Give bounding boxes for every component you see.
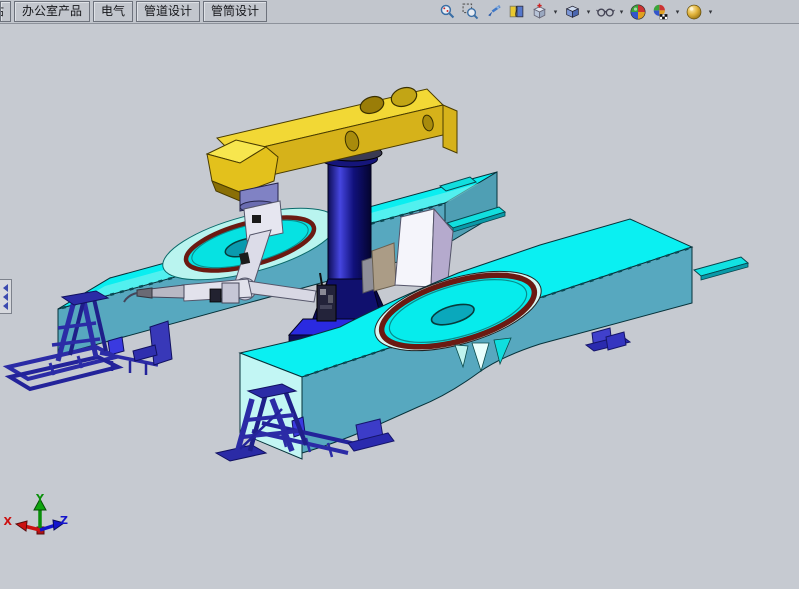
- robot-wrist: [222, 283, 239, 303]
- apply-scene-dropdown[interactable]: ▾: [674, 8, 681, 16]
- view-settings-icon[interactable]: [684, 2, 704, 22]
- expand-left-icon: [3, 293, 8, 301]
- zoom-to-area-icon[interactable]: [460, 2, 480, 22]
- panel-expander[interactable]: [0, 279, 12, 314]
- triad-x-label: X: [4, 515, 13, 528]
- triad-y-label: Y: [35, 492, 45, 505]
- tab-piping-design[interactable]: 管道设计: [136, 1, 200, 22]
- view-orientation-icon[interactable]: [529, 2, 549, 22]
- previous-view-icon[interactable]: [483, 2, 503, 22]
- tab-office-products[interactable]: 办公室产品: [14, 1, 90, 22]
- viewport-3d[interactable]: X Y Z: [0, 24, 799, 589]
- front-beam-right-support[interactable]: [586, 328, 630, 351]
- graphics-area[interactable]: X Y Z: [0, 24, 799, 589]
- zoom-to-fit-icon[interactable]: [437, 2, 457, 22]
- command-manager-toolbar: 估 办公室产品 电气 管道设计 管筒设计 ▾: [0, 0, 799, 24]
- solidworks-window: 估 办公室产品 电气 管道设计 管筒设计 ▾: [0, 0, 799, 589]
- view-settings-dropdown[interactable]: ▾: [707, 8, 714, 16]
- tab-electrical[interactable]: 电气: [93, 1, 133, 22]
- command-tabs: 估 办公室产品 电气 管道设计 管筒设计: [0, 0, 267, 23]
- view-orientation-dropdown[interactable]: ▾: [552, 8, 559, 16]
- orientation-triad: X Y Z: [4, 492, 68, 534]
- display-style-icon[interactable]: [562, 2, 582, 22]
- arm-end-bracket: [443, 105, 457, 153]
- fixture-white-face: [395, 209, 434, 287]
- expand-left-icon: [3, 302, 8, 310]
- display-style-dropdown[interactable]: ▾: [585, 8, 592, 16]
- section-view-icon[interactable]: [506, 2, 526, 22]
- hide-show-items-dropdown[interactable]: ▾: [618, 8, 625, 16]
- tab-partial[interactable]: 估: [0, 1, 11, 22]
- tab-tubing-design[interactable]: 管筒设计: [203, 1, 267, 22]
- hide-show-items-icon[interactable]: [595, 2, 615, 22]
- triad-z-label: Z: [60, 514, 68, 527]
- expand-left-icon: [3, 284, 8, 292]
- torch-nozzle: [137, 288, 152, 298]
- heads-up-view-toolbar: ▾ ▾ ▾ ▾ ▾: [437, 0, 714, 23]
- fixture-tan-block: [372, 243, 396, 291]
- edit-appearance-icon[interactable]: [628, 2, 648, 22]
- apply-scene-icon[interactable]: [651, 2, 671, 22]
